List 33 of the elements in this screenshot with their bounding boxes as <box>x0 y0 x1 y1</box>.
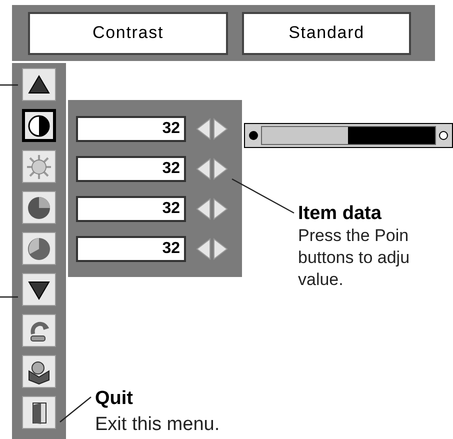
value-field: 32 <box>76 196 186 222</box>
menu-item-label: Contrast <box>28 12 228 54</box>
mode-label: Standard <box>242 12 411 54</box>
menu-icon-button[interactable] <box>22 191 56 224</box>
left-right-arrows-icon[interactable] <box>196 198 228 220</box>
leader-line <box>0 296 18 298</box>
menu-icon-button[interactable] <box>22 314 56 347</box>
menu-icon-button[interactable] <box>22 355 56 388</box>
shaded-ball-icon <box>26 236 52 262</box>
menu-icon-button[interactable] <box>22 273 56 306</box>
leader-line <box>232 178 294 214</box>
menu-icon-button[interactable] <box>22 396 56 429</box>
menu-icon-button[interactable] <box>22 109 56 142</box>
box-icon <box>26 358 52 384</box>
left-right-arrows-icon[interactable] <box>196 118 228 140</box>
left-right-arrows-icon[interactable] <box>196 158 228 180</box>
callout-text: Press the Poin <box>298 225 410 247</box>
shaded-ball-icon <box>26 194 52 220</box>
value-field: 32 <box>76 236 186 262</box>
contrast-icon <box>26 112 52 138</box>
sun-icon <box>26 154 52 180</box>
callout-text: Exit this menu. <box>95 413 220 437</box>
callout-title: Quit <box>95 387 134 411</box>
callout-text: value. <box>298 269 344 291</box>
left-right-arrows-icon[interactable] <box>196 238 228 260</box>
value-field: 32 <box>76 156 186 182</box>
leader-line <box>60 396 92 422</box>
value-field: 32 <box>76 116 186 142</box>
menu-icon-button[interactable] <box>22 68 56 101</box>
slider[interactable] <box>244 123 453 148</box>
callout-text: buttons to adju <box>298 247 410 269</box>
callout-title: Item data <box>298 203 382 225</box>
leader-line <box>0 84 18 86</box>
